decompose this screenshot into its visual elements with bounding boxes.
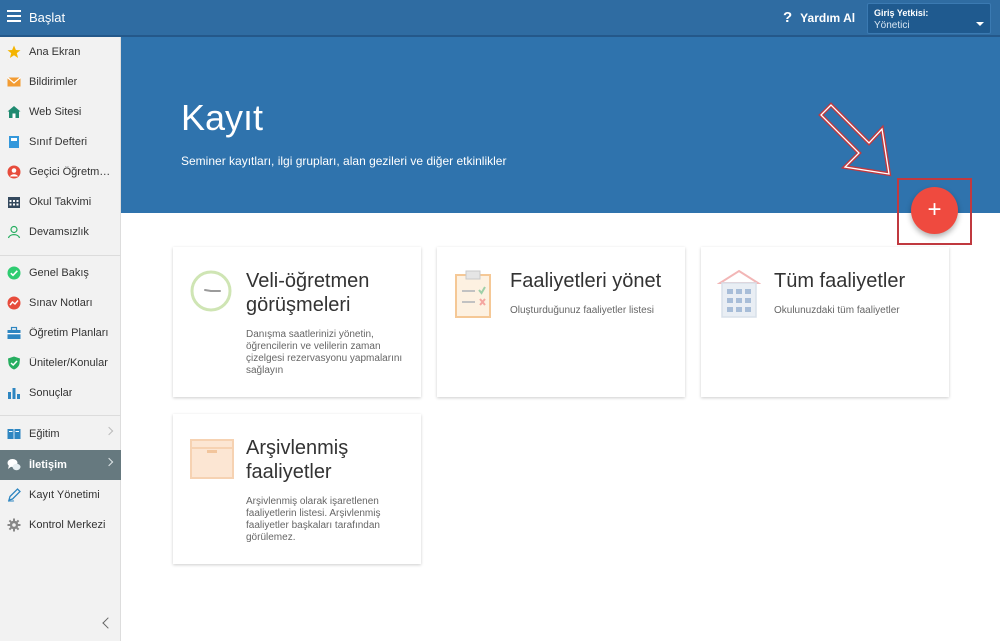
- check-circle-icon: [7, 266, 21, 280]
- sidebar-item-devamsizlik[interactable]: Devamsızlık: [0, 217, 121, 247]
- annotation-arrow-icon: [818, 102, 892, 177]
- role-select[interactable]: Giriş Yetkisi: Yönetici: [867, 3, 991, 34]
- sidebar-item-bildirimler[interactable]: Bildirimler: [0, 67, 121, 97]
- sidebar-item-gecici-ogretmenler[interactable]: Geçici Öğretmenler: [0, 157, 121, 187]
- sidebar-item-iletisim[interactable]: İletişim: [0, 450, 121, 480]
- sidebar-divider: [0, 415, 121, 416]
- role-value: Yönetici: [874, 20, 910, 31]
- sidebar-item-label: Ana Ekran: [29, 46, 81, 58]
- sidebar-item-label: Okul Takvimi: [29, 196, 92, 208]
- chat-icon: [7, 459, 21, 471]
- sidebar-divider: [0, 255, 121, 256]
- help-label: Yardım Al: [800, 10, 856, 25]
- calendar-icon: [8, 197, 20, 208]
- hamburger-menu-icon[interactable]: [7, 10, 21, 22]
- sidebar-item-label: Öğretim Planları: [29, 327, 109, 339]
- sidebar-item-web-sitesi[interactable]: Web Sitesi: [0, 97, 121, 127]
- sidebar-item-label: Kontrol Merkezi: [29, 519, 106, 531]
- sidebar-item-sinav-notlari[interactable]: Sınav Notları: [0, 288, 121, 318]
- sidebar-item-label: Bildirimler: [29, 76, 78, 88]
- star-icon: [7, 45, 21, 58]
- sidebar-item-label: İletişim: [29, 459, 67, 471]
- page-title: Kayıt: [181, 97, 264, 138]
- sidebar-item-ogretim-planlari[interactable]: Öğretim Planları: [0, 318, 121, 348]
- chevron-right-icon: [104, 426, 114, 436]
- sidebar-item-uniteler-konular[interactable]: Üniteler/Konular: [0, 348, 121, 378]
- sidebar-item-label: Sınav Notları: [29, 297, 93, 309]
- sidebar-item-label: Devamsızlık: [29, 226, 89, 238]
- card-arsivlenmis-faaliyetler[interactable]: Arşivlenmiş faaliyetler Arşivlenmiş olar…: [173, 414, 421, 564]
- sidebar-item-label: Sınıf Defteri: [29, 136, 88, 148]
- card-title: Arşivlenmiş faaliyetler: [246, 437, 349, 483]
- sidebar-item-sinif-defteri[interactable]: Sınıf Defteri: [0, 127, 121, 157]
- app-title[interactable]: Başlat: [29, 10, 65, 25]
- bar-chart-icon: [8, 388, 20, 399]
- sidebar-item-label: Üniteler/Konular: [29, 357, 108, 369]
- sidebar-item-egitim[interactable]: Eğitim: [0, 419, 121, 449]
- help-button[interactable]: ? Yardım Al: [783, 9, 855, 26]
- card-description: Okulunuzdaki tüm faaliyetler: [774, 305, 900, 316]
- sidebar-item-kayit-yonetimi[interactable]: Kayıt Yönetimi: [0, 480, 121, 510]
- card-description: Oluşturduğunuz faaliyetler listesi: [510, 305, 654, 316]
- sidebar-item-kontrol-merkezi[interactable]: Kontrol Merkezi: [0, 510, 121, 540]
- shield-check-icon: [8, 356, 20, 370]
- card-title: Faaliyetleri yönet: [510, 270, 662, 292]
- sidebar-item-label: Kayıt Yönetimi: [29, 489, 100, 501]
- clipboard-icon: [455, 270, 491, 318]
- add-button[interactable]: +: [911, 187, 958, 234]
- person-outline-icon: [7, 225, 21, 239]
- card-faaliyetleri-yonet[interactable]: Faaliyetleri yönet Oluşturduğunuz faaliy…: [437, 247, 685, 397]
- question-mark-icon: ?: [783, 9, 793, 26]
- chart-circle-icon: [7, 296, 21, 310]
- sidebar: Ana Ekran Bildirimler Web Sitesi Sınıf D…: [0, 37, 121, 641]
- sidebar-item-sonuclar[interactable]: Sonuçlar: [0, 378, 121, 408]
- archive-box-icon: [190, 439, 234, 479]
- top-bar: Başlat ? Yardım Al Giriş Yetkisi: Yöneti…: [0, 0, 1000, 37]
- sidebar-item-genel-bakis[interactable]: Genel Bakış: [0, 258, 121, 288]
- sidebar-item-label: Web Sitesi: [29, 106, 82, 118]
- card-veli-ogretmen-gorusmeleri[interactable]: Veli-öğretmen görüşmeleri Danışma saatle…: [173, 247, 421, 397]
- role-label: Giriş Yetkisi:: [874, 8, 929, 18]
- card-title: Tüm faaliyetler: [774, 270, 906, 292]
- sidebar-item-label: Eğitim: [29, 428, 60, 440]
- gear-icon: [7, 518, 21, 532]
- card-title: Veli-öğretmen görüşmeleri: [246, 270, 370, 316]
- notebook-icon: [9, 136, 19, 148]
- book-icon: [7, 429, 21, 439]
- house-icon: [7, 106, 21, 118]
- clock-icon: [190, 270, 232, 312]
- person-badge-icon: [7, 165, 21, 179]
- chevron-right-icon: [104, 457, 114, 467]
- card-description: Arşivlenmiş olarak işaretlenen faaliyetl…: [246, 496, 381, 543]
- building-icon: [717, 269, 761, 318]
- chevron-down-icon: [976, 22, 984, 26]
- page-subtitle: Seminer kayıtları, ilgi grupları, alan g…: [181, 154, 507, 168]
- collapse-sidebar-icon[interactable]: [102, 617, 114, 629]
- sidebar-item-okul-takvimi[interactable]: Okul Takvimi: [0, 187, 121, 217]
- sidebar-item-label: Geçici Öğretmenler: [29, 166, 111, 178]
- sidebar-item-label: Sonuçlar: [29, 387, 73, 399]
- sidebar-item-ana-ekran[interactable]: Ana Ekran: [0, 37, 121, 67]
- envelope-icon: [7, 77, 21, 87]
- pen-icon: [7, 488, 21, 502]
- sidebar-item-label: Genel Bakış: [29, 267, 89, 279]
- card-tum-faaliyetler[interactable]: Tüm faaliyetler Okulunuzdaki tüm faaliye…: [701, 247, 949, 397]
- card-description: Danışma saatlerinizi yönetin, öğrenciler…: [246, 329, 403, 376]
- briefcase-icon: [7, 326, 21, 339]
